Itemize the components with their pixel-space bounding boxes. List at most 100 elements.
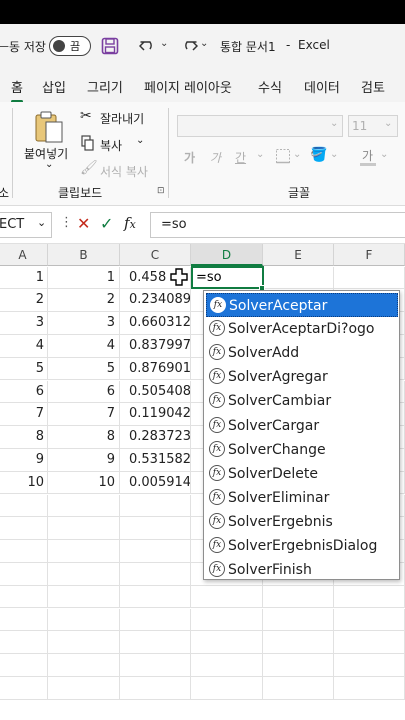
- cut-label[interactable]: 잘라내기: [100, 110, 144, 127]
- redo-icon[interactable]: [178, 37, 198, 55]
- autocomplete-item[interactable]: fx SolverCambiar: [206, 389, 398, 413]
- copy-dropdown-icon[interactable]: ⌄: [136, 135, 144, 146]
- cell-e[interactable]: [263, 631, 334, 655]
- cell-b[interactable]: 7: [48, 403, 120, 427]
- more-options-icon[interactable]: ⋮: [60, 215, 73, 230]
- paste-icon[interactable]: [33, 110, 65, 144]
- cell-c[interactable]: [120, 494, 191, 518]
- autocomplete-item[interactable]: fx SolverFinish: [206, 558, 398, 582]
- cell-e[interactable]: [263, 585, 334, 609]
- cell-a[interactable]: 9: [0, 448, 48, 472]
- cell-a[interactable]: 6: [0, 380, 48, 404]
- cell-a[interactable]: [0, 540, 48, 563]
- borders-dropdown-icon[interactable]: ⌄: [293, 149, 301, 160]
- tab-review[interactable]: 검토: [361, 77, 385, 96]
- bold-button[interactable]: 가: [184, 149, 195, 166]
- column-header-e[interactable]: E: [263, 244, 334, 266]
- cell-c[interactable]: [120, 676, 191, 700]
- column-header-b[interactable]: B: [48, 244, 120, 266]
- autocomplete-item[interactable]: fx SolverEliminar: [206, 486, 398, 510]
- cell-b[interactable]: 5: [48, 357, 120, 381]
- undo-icon[interactable]: [139, 37, 159, 55]
- cell-b[interactable]: 8: [48, 426, 120, 449]
- cell-c[interactable]: [120, 517, 191, 541]
- cell-f[interactable]: [334, 608, 405, 632]
- cell-a[interactable]: 3: [0, 312, 48, 335]
- save-icon[interactable]: [101, 37, 119, 55]
- insert-function-icon[interactable]: fx: [124, 214, 136, 232]
- autocomplete-item[interactable]: fx SolverErgebnis: [206, 510, 398, 534]
- cell-c[interactable]: 0.876901: [120, 357, 191, 381]
- italic-button[interactable]: 가: [210, 149, 221, 166]
- cell-a[interactable]: 4: [0, 334, 48, 358]
- tab-data[interactable]: 데이터: [304, 77, 340, 96]
- undo-dropdown-icon[interactable]: ⌄: [160, 38, 168, 49]
- cut-icon[interactable]: ✂: [80, 108, 92, 124]
- autocomplete-item[interactable]: fx SolverAgregar: [206, 365, 398, 389]
- cell-f[interactable]: [334, 676, 405, 700]
- cell-c[interactable]: [120, 608, 191, 632]
- autocomplete-item[interactable]: fx SolverErgebnisDialog: [206, 534, 398, 558]
- cell-b[interactable]: [48, 540, 120, 563]
- autocomplete-item[interactable]: fx SolverAdd: [206, 341, 398, 365]
- font-color-dropdown-icon[interactable]: ⌄: [380, 149, 388, 160]
- cell-e[interactable]: [263, 654, 334, 677]
- cell-b[interactable]: 6: [48, 380, 120, 404]
- autocomplete-item[interactable]: fx SolverChange: [206, 438, 398, 462]
- cell-a[interactable]: 5: [0, 357, 48, 381]
- cell-c[interactable]: [120, 585, 191, 609]
- cell-d[interactable]: [191, 631, 263, 655]
- font-size-dropdown-icon[interactable]: ⌄: [384, 118, 392, 129]
- redo-dropdown-icon[interactable]: ⌄: [200, 38, 208, 49]
- cell-c[interactable]: 0.660312: [120, 312, 191, 335]
- cell-b[interactable]: 1: [48, 266, 120, 290]
- cell-b[interactable]: 9: [48, 448, 120, 472]
- cell-c[interactable]: 0.119042: [120, 403, 191, 427]
- cell-b[interactable]: 4: [48, 334, 120, 358]
- cell-d[interactable]: [191, 608, 263, 632]
- borders-icon[interactable]: [275, 148, 291, 164]
- autocomplete-item[interactable]: fx SolverAceptarDi?ogo: [206, 317, 398, 341]
- cell-b[interactable]: 2: [48, 289, 120, 313]
- cancel-icon[interactable]: ✕: [77, 214, 90, 233]
- cell-c[interactable]: 0.505408: [120, 380, 191, 404]
- column-header-a[interactable]: A: [0, 244, 48, 266]
- cell-c[interactable]: 0.531582: [120, 448, 191, 472]
- cell-b[interactable]: 3: [48, 312, 120, 335]
- cell-f[interactable]: [334, 266, 405, 290]
- cell-b[interactable]: [48, 562, 120, 586]
- cell-a[interactable]: [0, 494, 48, 518]
- cell-e[interactable]: [263, 676, 334, 700]
- autocomplete-item[interactable]: fx SolverCargar: [206, 414, 398, 438]
- name-box[interactable]: ECT ⌄: [0, 212, 52, 238]
- cell-a[interactable]: [0, 631, 48, 655]
- active-cell-d1[interactable]: =so: [191, 266, 264, 289]
- cell-e[interactable]: [263, 266, 334, 290]
- cell-a[interactable]: [0, 676, 48, 700]
- cell-c[interactable]: [120, 540, 191, 563]
- cell-a[interactable]: 1: [0, 266, 48, 290]
- clipboard-launcher-icon[interactable]: ⊡: [157, 186, 165, 196]
- cell-b[interactable]: [48, 585, 120, 609]
- cell-a[interactable]: 10: [0, 471, 48, 495]
- column-header-d[interactable]: D: [191, 244, 263, 266]
- font-name-dropdown-icon[interactable]: ⌄: [330, 118, 338, 129]
- cell-b[interactable]: [48, 494, 120, 518]
- tab-insert[interactable]: 삽입: [42, 77, 66, 96]
- cell-f[interactable]: [334, 654, 405, 677]
- format-painter-label[interactable]: 서식 복사: [100, 163, 148, 180]
- cell-c[interactable]: 0.234089: [120, 289, 191, 313]
- cell-b[interactable]: [48, 608, 120, 632]
- cell-d[interactable]: [191, 585, 263, 609]
- cell-c[interactable]: [120, 562, 191, 586]
- cell-c[interactable]: 0.005914: [120, 471, 191, 495]
- tab-home[interactable]: 홈: [11, 77, 23, 103]
- format-painter-icon[interactable]: 🖌: [80, 160, 98, 176]
- cell-a[interactable]: 8: [0, 426, 48, 449]
- copy-icon[interactable]: [81, 135, 95, 151]
- cell-a[interactable]: [0, 654, 48, 677]
- cell-a[interactable]: [0, 608, 48, 632]
- cell-d[interactable]: [191, 676, 263, 700]
- underline-button[interactable]: 간: [235, 149, 246, 166]
- tab-page-layout[interactable]: 페이지 레이아웃: [144, 77, 232, 96]
